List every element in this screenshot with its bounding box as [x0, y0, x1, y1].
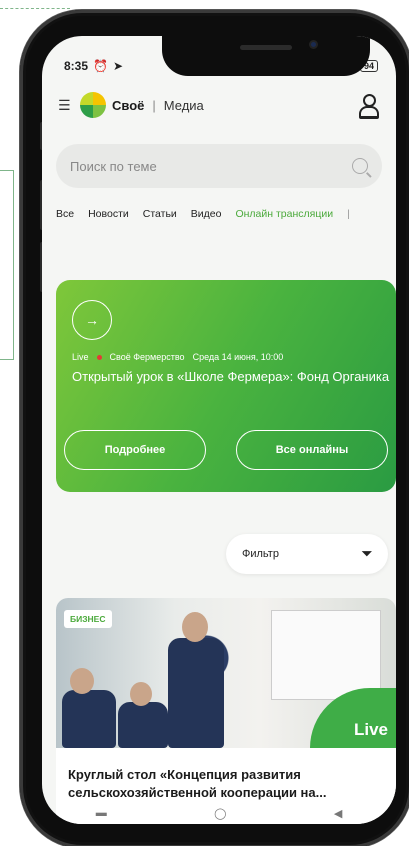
section-name: Медиа: [163, 97, 204, 113]
brand-logo[interactable]: [80, 92, 106, 118]
attendee-head: [70, 668, 94, 694]
hero-date: Среда 14 июня, 10:00: [192, 352, 284, 362]
tab-news[interactable]: Новости: [88, 208, 129, 220]
search-input[interactable]: [70, 158, 352, 174]
brand-name: Своё: [112, 97, 145, 113]
article-title: Круглый стол «Концепция развития сельско…: [68, 767, 327, 800]
side-panel: [0, 170, 14, 360]
tab-online-broadcasts[interactable]: Онлайн трансляции: [235, 208, 333, 220]
presenter-figure: [168, 638, 224, 748]
alarm-icon: ⏰: [93, 59, 108, 73]
home-icon[interactable]: ◯: [214, 807, 226, 820]
speaker: [240, 45, 292, 50]
tab-all[interactable]: Все: [56, 208, 74, 220]
filter-button[interactable]: Фильтр ⏷: [226, 534, 388, 574]
recent-apps-icon[interactable]: ▬: [96, 807, 107, 819]
presenter-head: [182, 612, 208, 642]
status-time: 8:35: [64, 59, 89, 73]
hero-card[interactable]: → Live Своё Фермерство Среда 14 июня, 10…: [56, 280, 396, 492]
hero-source: Своё Фермерство: [109, 352, 185, 362]
app-header: ☰ Своё | Медиа: [58, 88, 379, 122]
system-nav-bar: ▬ ◯ ◀: [42, 802, 396, 824]
location-icon: ➤: [112, 59, 124, 73]
attendee-head: [130, 682, 152, 706]
arrow-right-icon[interactable]: →: [72, 300, 112, 340]
filter-label: Фильтр: [242, 548, 279, 560]
hero-title: Открытый урок в «Школе Фермера»: Фонд Ор…: [72, 369, 390, 384]
filter-icon: ⏷: [361, 546, 372, 561]
user-icon[interactable]: [358, 94, 379, 119]
more-button[interactable]: Подробнее: [64, 430, 206, 470]
tab-articles[interactable]: Статьи: [143, 208, 177, 220]
search-icon[interactable]: [352, 158, 368, 174]
all-online-button[interactable]: Все онлайны: [236, 430, 388, 470]
search-bar: [56, 144, 382, 188]
tab-video[interactable]: Видео: [191, 208, 222, 220]
phone-screen: 8:35 ⏰ ➤ ▮▮▮ 94 ☰ Своё | Медиа Все Новос…: [42, 36, 396, 824]
hero-meta: Live Своё Фермерство Среда 14 июня, 10:0…: [72, 352, 283, 362]
attendee-figure: [62, 690, 116, 748]
brand-separator: |: [152, 97, 156, 113]
tab-overflow-indicator: |: [347, 208, 350, 220]
category-tabs: Все Новости Статьи Видео Онлайн трансляц…: [56, 208, 396, 220]
camera: [309, 40, 318, 49]
back-icon[interactable]: ◀: [334, 807, 342, 820]
category-badge: БИЗНЕС: [64, 610, 112, 628]
attendee-figure: [118, 702, 168, 748]
live-dot: [96, 354, 102, 360]
guide-line: [0, 8, 70, 9]
live-label: Live: [72, 352, 89, 362]
whiteboard-image: [271, 610, 381, 700]
article-card[interactable]: БИЗНЕС Live Круглый стол «Концепция разв…: [56, 598, 396, 824]
notch: [162, 36, 370, 76]
menu-icon[interactable]: ☰: [58, 97, 80, 114]
